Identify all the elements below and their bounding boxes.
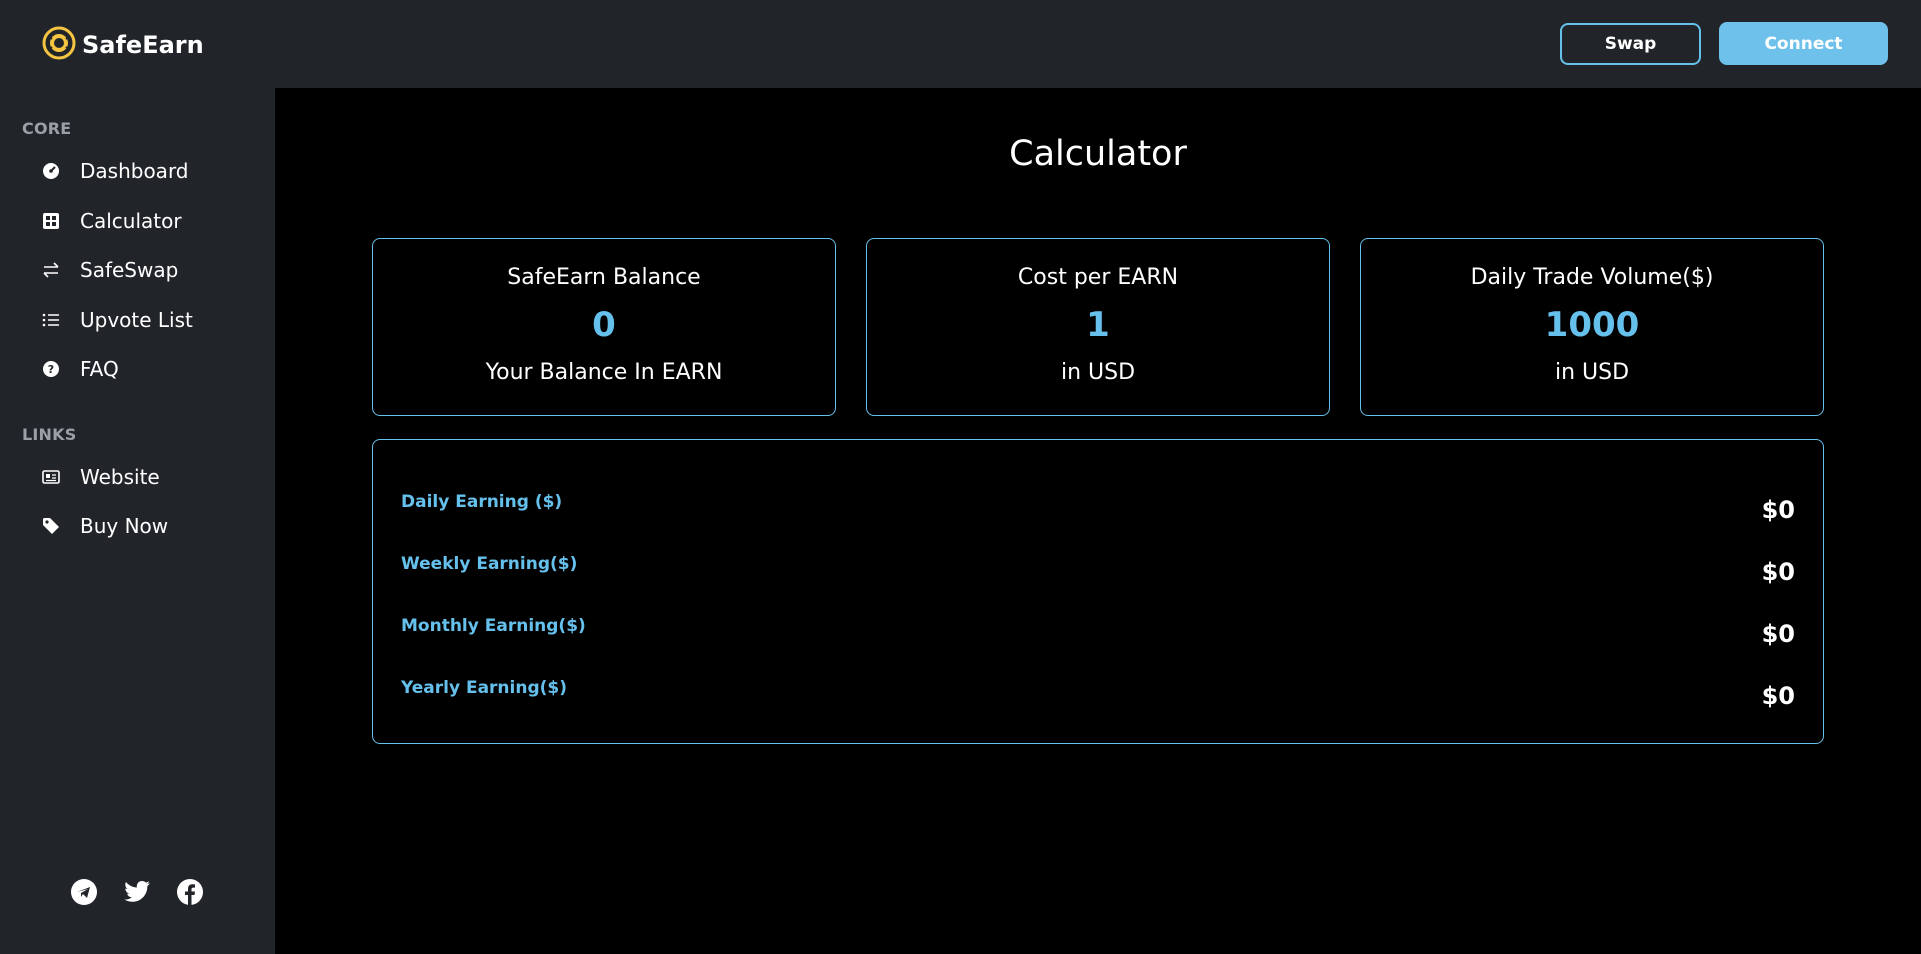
newspaper-icon [40,466,62,488]
question-circle-icon: ? [40,358,62,380]
card-title: Cost per EARN [1017,265,1179,290]
card-title: Daily Trade Volume($) [1470,265,1714,290]
earning-value: $0 [1761,496,1795,524]
card-subtitle: in USD [1554,360,1630,385]
card-value[interactable]: 0 [373,305,835,345]
card-subtitle: Your Balance In EARN [485,360,723,385]
earning-label: Yearly Earning($) [401,678,567,698]
sidebar-item-website[interactable]: Website [40,460,160,494]
earning-row-daily: Daily Earning ($) $0 [401,492,1795,532]
swap-button[interactable]: Swap [1560,23,1701,65]
calculator-icon [40,210,62,232]
earning-row-monthly: Monthly Earning($) $0 [401,616,1795,656]
facebook-icon[interactable] [176,878,204,906]
brand-name: SafeEarn [82,31,204,59]
telegram-icon[interactable] [70,878,98,906]
svg-text:?: ? [48,363,54,376]
sidebar-item-label: FAQ [80,357,119,381]
social-links [70,878,204,906]
safeearn-logo-icon [42,26,76,64]
sidebar-item-calculator[interactable]: Calculator [40,204,182,238]
earning-label: Monthly Earning($) [401,616,586,636]
earning-row-weekly: Weekly Earning($) $0 [401,554,1795,594]
earning-row-yearly: Yearly Earning($) $0 [401,678,1795,718]
earning-value: $0 [1761,682,1795,710]
sidebar-item-safeswap[interactable]: SafeSwap [40,253,178,287]
card-subtitle: in USD [1060,360,1136,385]
sidebar-item-label: Calculator [80,209,182,233]
sidebar-item-label: Buy Now [80,514,169,538]
sidebar-item-upvote-list[interactable]: Upvote List [40,303,193,337]
sidebar-item-label: SafeSwap [80,258,179,282]
page-title: Calculator [1009,134,1187,174]
trade-volume-card: Daily Trade Volume($) 1000 in USD [1360,238,1824,416]
card-value[interactable]: 1000 [1361,305,1823,345]
earning-label: Weekly Earning($) [401,554,578,574]
brand-logo-link[interactable]: SafeEarn [42,26,204,64]
earning-value: $0 [1761,558,1795,586]
swap-arrows-icon [40,259,62,281]
card-value[interactable]: 1 [867,305,1329,345]
list-icon [40,309,62,331]
speedometer-icon [40,160,62,182]
earning-label: Daily Earning ($) [401,492,563,512]
card-title: SafeEarn Balance [507,265,701,290]
sidebar-item-label: Dashboard [80,159,189,183]
sidebar-section-links: LINKS [22,425,77,444]
sidebar-item-buy-now[interactable]: Buy Now [40,509,168,543]
earnings-panel: Daily Earning ($) $0 Weekly Earning($) $… [372,439,1824,744]
cost-card: Cost per EARN 1 in USD [866,238,1330,416]
tag-icon [40,515,62,537]
twitter-icon[interactable] [123,878,151,906]
sidebar-item-label: Upvote List [80,308,193,332]
balance-card: SafeEarn Balance 0 Your Balance In EARN [372,238,836,416]
sidebar: CORE Dashboard Calculator SafeSwap Upvot… [0,88,275,954]
sidebar-item-label: Website [80,465,160,489]
connect-button[interactable]: Connect [1719,22,1888,65]
sidebar-section-core: CORE [22,119,72,138]
top-bar: SafeEarn Swap Connect [0,0,1921,88]
sidebar-item-dashboard[interactable]: Dashboard [40,154,189,188]
earning-value: $0 [1761,620,1795,648]
sidebar-item-faq[interactable]: ? FAQ [40,352,119,386]
